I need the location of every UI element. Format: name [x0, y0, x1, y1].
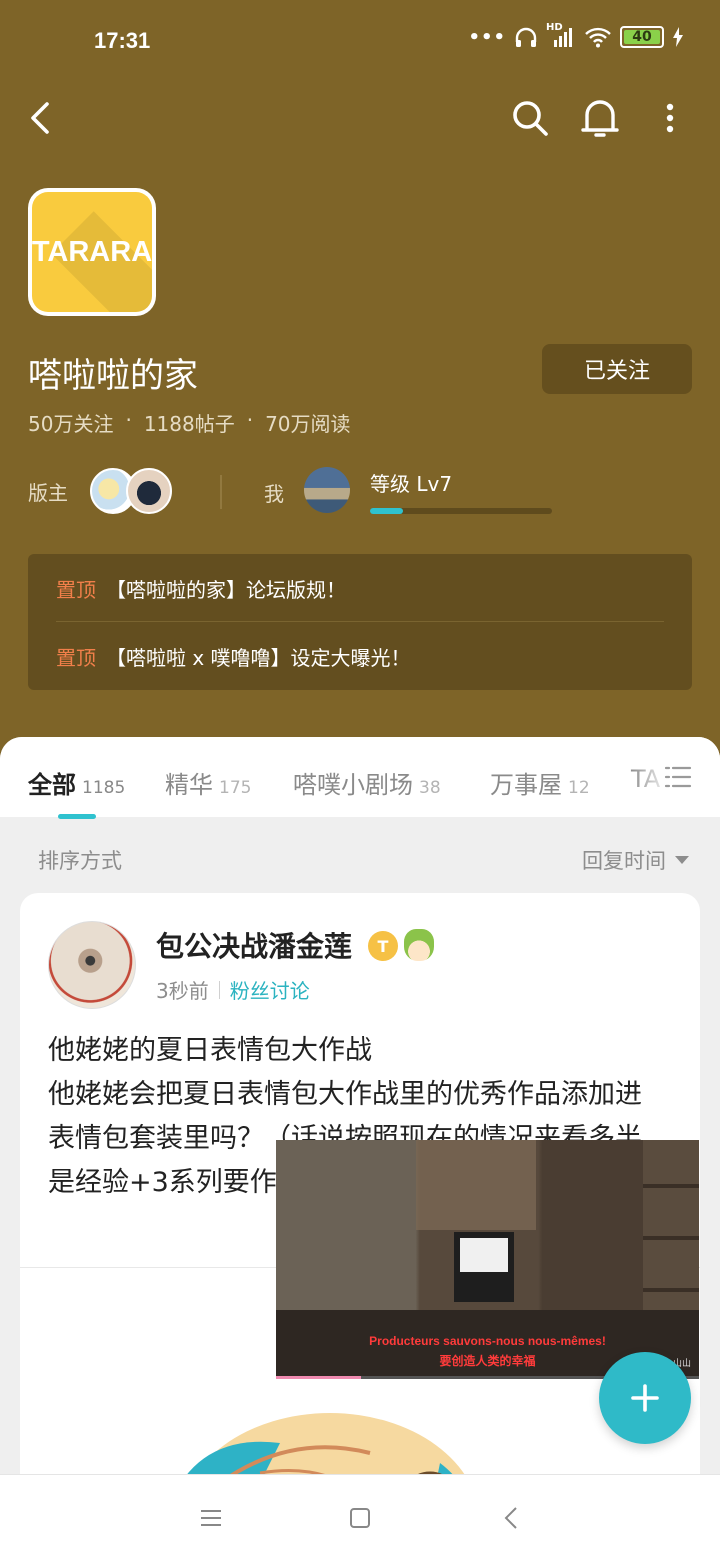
- moderator-avatar[interactable]: [126, 468, 172, 514]
- active-tab-indicator: [58, 814, 96, 819]
- video-character-face: [460, 1238, 508, 1272]
- back-icon[interactable]: [18, 96, 62, 140]
- meta-separator: [218, 980, 220, 999]
- post-category[interactable]: 粉丝讨论: [230, 975, 310, 1004]
- headphones-icon: [515, 27, 537, 47]
- followers-count: 50万关注: [28, 412, 114, 436]
- posts-count: 1188帖子: [143, 412, 235, 436]
- post-title: 他姥姥的夏日表情包大作战: [48, 1035, 372, 1066]
- video-subtitle-fr: Producteurs sauvons-nous nous-mêmes!: [369, 1334, 606, 1348]
- pinned-tag: 置顶: [56, 645, 96, 670]
- pinned-tag: 置顶: [56, 577, 96, 602]
- author-name[interactable]: 包公决战潘金莲: [156, 925, 352, 965]
- tab-menu-icon[interactable]: [664, 765, 692, 789]
- new-post-button[interactable]: [599, 1352, 691, 1444]
- tab-label: 精华: [165, 771, 213, 799]
- more-vertical-icon[interactable]: [648, 96, 692, 140]
- tab-label: 嗒噗小剧场: [293, 771, 413, 799]
- level-progress-bar: [370, 508, 552, 514]
- post-time: 3秒前: [156, 979, 209, 1003]
- stats-separator: ·: [246, 408, 254, 432]
- tab-label: 全部: [28, 771, 76, 799]
- level-progress-fill: [370, 508, 403, 514]
- tab-bar: 全部1185 精华175 嗒噗小剧场38 万事屋12 TA: [0, 737, 720, 819]
- character-badge-icon: [404, 929, 434, 961]
- pinned-title: 【嗒啦啦的家】论坛版规！: [106, 577, 346, 602]
- me-label: 我: [264, 482, 284, 506]
- level-badge-icon: T: [368, 931, 398, 961]
- pinned-post[interactable]: 置顶 【嗒啦啦 x 噗噜噜】设定大曝光！: [56, 622, 411, 690]
- pinned-posts: 置顶 【嗒啦啦的家】论坛版规！ 置顶 【嗒啦啦 x 噗噜噜】设定大曝光！: [28, 554, 692, 690]
- battery-level: 40: [632, 29, 652, 45]
- home-icon[interactable]: [345, 1503, 375, 1533]
- wifi-icon: [585, 27, 611, 48]
- forum-header: 17:31 ••• HD 40 TARARA 嗒啦啦的家 已关注 50万关注 ·…: [0, 0, 720, 780]
- menu-icon[interactable]: [196, 1503, 226, 1533]
- sort-dropdown[interactable]: 回复时间: [582, 845, 690, 875]
- reads-count: 70万阅读: [265, 412, 351, 436]
- forum-logo: TARARA: [28, 188, 156, 316]
- tab-label: 万事屋: [490, 771, 562, 799]
- status-time: 17:31: [94, 28, 151, 53]
- moderators-label: 版主: [28, 480, 68, 505]
- stats-separator: ·: [125, 408, 132, 432]
- tab-count: 12: [568, 778, 590, 798]
- tab-all[interactable]: 全部 1185: [28, 765, 125, 800]
- pinned-title: 【嗒啦啦 x 噗噜噜】设定大曝光！: [106, 645, 411, 670]
- search-icon[interactable]: [508, 96, 552, 140]
- sort-value: 回复时间: [582, 849, 666, 873]
- tab-shop[interactable]: 万事屋 12: [490, 765, 590, 800]
- tab-count: 1185: [82, 778, 126, 798]
- tab-count: 38: [419, 778, 441, 798]
- plus-icon: [631, 1384, 659, 1412]
- sort-label: 排序方式: [38, 849, 122, 873]
- signal-icon: HD: [546, 22, 576, 48]
- forum-title: 嗒啦啦的家: [28, 356, 198, 396]
- caret-down-icon: [675, 856, 689, 864]
- divider: [220, 475, 222, 509]
- floating-video-player[interactable]: Producteurs sauvons-nous nous-mêmes! 要创造…: [276, 1140, 699, 1379]
- charging-icon: [673, 27, 683, 47]
- author-avatar[interactable]: [48, 921, 136, 1009]
- video-frame-detail: [416, 1140, 536, 1230]
- follow-button[interactable]: 已关注: [542, 344, 692, 394]
- status-bar: 17:31 ••• HD 40: [0, 0, 720, 80]
- logo-text: TARARA: [32, 235, 152, 268]
- system-nav-bar: [0, 1474, 720, 1560]
- pinned-post[interactable]: 置顶 【嗒啦啦的家】论坛版规！: [56, 554, 346, 622]
- tab-count: 175: [219, 778, 252, 798]
- video-progress-fill: [276, 1376, 361, 1379]
- forum-stats: 50万关注 · 1188帖子 · 70万阅读: [28, 408, 351, 437]
- status-icons: ••• HD 40: [468, 22, 684, 48]
- level-label: 等级 Lv7: [370, 472, 453, 496]
- battery-icon: 40: [620, 26, 664, 48]
- moderators: 版主: [28, 466, 172, 516]
- post-meta: 3秒前 粉丝讨论: [156, 975, 310, 1004]
- notification-dots: •••: [468, 26, 506, 48]
- my-avatar[interactable]: [304, 467, 350, 513]
- tab-theater[interactable]: 嗒噗小剧场 38: [293, 765, 441, 800]
- bell-icon[interactable]: [578, 96, 622, 140]
- tab-featured[interactable]: 精华 175: [165, 765, 251, 800]
- back-nav-icon[interactable]: [496, 1503, 526, 1533]
